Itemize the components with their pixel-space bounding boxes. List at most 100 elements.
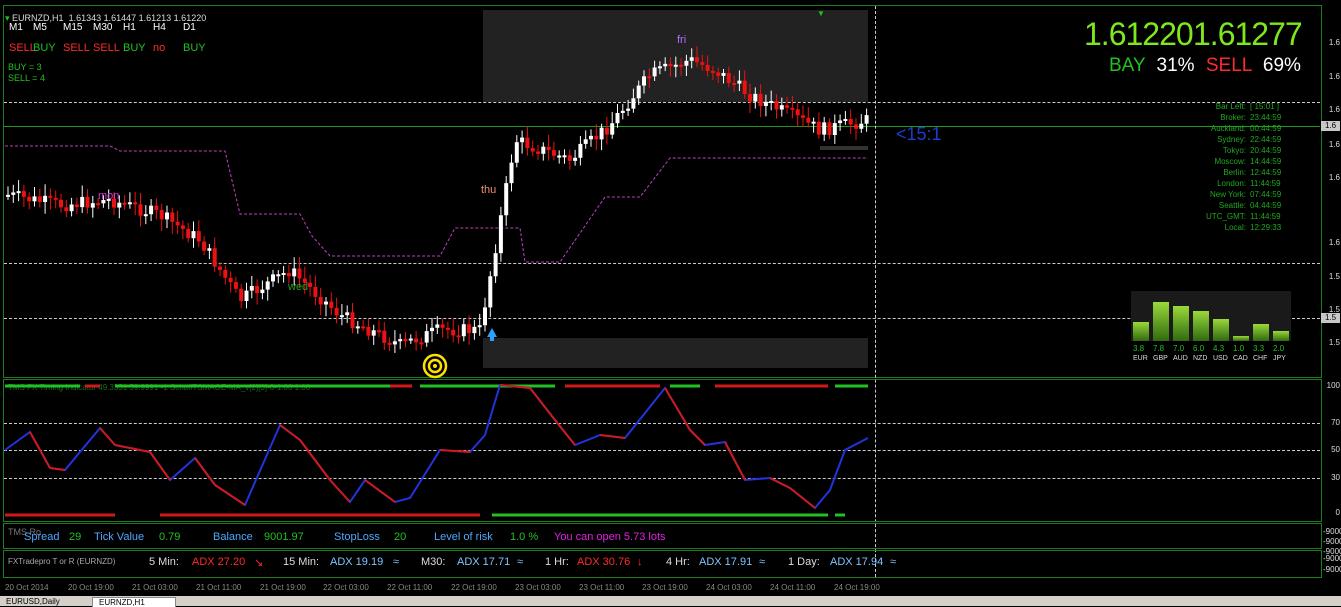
- candle-body: [657, 66, 662, 69]
- candle-body: [223, 269, 228, 278]
- candle-body: [679, 64, 684, 67]
- candle-body: [763, 101, 768, 106]
- price-tag: 1.5: [1321, 313, 1340, 323]
- candle-body: [604, 127, 609, 135]
- candle-body: [684, 60, 689, 66]
- candle-body: [822, 122, 827, 135]
- day-label-wed: wed: [287, 281, 308, 293]
- timing-indicator-plot: [4, 383, 869, 517]
- candle-body: [80, 196, 85, 208]
- clock-row: London: 11:44:59: [1217, 179, 1281, 188]
- oscillator-down-segment: [49, 467, 66, 471]
- oscillator-down-segment: [769, 477, 791, 489]
- time-tick: 24 Oct 11:00: [770, 583, 816, 592]
- spread-value: 29: [69, 531, 82, 543]
- adx-tag: FXTradepro T or R (EURNZD): [8, 557, 116, 566]
- candle-body: [806, 117, 811, 123]
- oscillator-down-segment: [789, 487, 816, 509]
- candle-body: [514, 142, 519, 163]
- oscillator-line: [4, 383, 869, 510]
- candle-body: [748, 94, 752, 102]
- bid-price: 1.61220: [1084, 16, 1194, 52]
- candle-body: [451, 329, 456, 336]
- candlestick-chart[interactable]: mon wed thu fri: [0, 0, 880, 380]
- candle-body: [620, 110, 625, 113]
- strength-value: 3.8: [1133, 344, 1145, 353]
- clock-row: Seattle: 04:44:59: [1218, 201, 1282, 210]
- adx-value: ADX 17.71: [457, 556, 511, 568]
- candle-body: [785, 105, 790, 108]
- clock-row: UTC_GMT: 11:44:59: [1206, 212, 1281, 221]
- stoploss-value: 20: [394, 531, 407, 543]
- bay-pct: 31%: [1156, 55, 1195, 76]
- target-icon: [422, 353, 448, 379]
- candle-body: [827, 122, 832, 136]
- oscillator-down-segment: [214, 484, 246, 506]
- clock-row: Bar Left:[ 15:01 ]: [1215, 102, 1279, 111]
- candle-body: [726, 73, 731, 84]
- candle-body: [536, 151, 540, 154]
- clock-row: New York: 07:44:59: [1209, 190, 1282, 199]
- indicator-tick: 70: [1331, 418, 1340, 427]
- candle-body: [21, 191, 26, 197]
- time-tick: 21 Oct 03:00: [132, 583, 178, 592]
- candle-body: [488, 276, 493, 308]
- candle-body: [520, 137, 525, 143]
- current-price-tag: 1.6: [1321, 121, 1340, 131]
- lots-message: You can open 5.73 lots: [554, 531, 666, 543]
- day-label-fri: fri: [677, 34, 686, 46]
- candle-body: [175, 221, 180, 226]
- tick-value-label: Tick Value: [94, 531, 145, 543]
- strength-ccy: GBP: [1153, 355, 1168, 362]
- time-tick: 22 Oct 19:00: [451, 583, 497, 592]
- candle-body: [652, 67, 657, 77]
- oscillator-down-segment: [554, 419, 576, 446]
- candle-body: [366, 326, 371, 336]
- sell-label: SELL: [1205, 55, 1252, 76]
- spread-label: Spread: [24, 531, 60, 543]
- candle-body: [562, 155, 567, 158]
- adx-value: ADX 17.91: [699, 556, 753, 568]
- candle-body: [59, 199, 63, 208]
- candle-body: [589, 135, 593, 140]
- candle-body: [286, 272, 291, 277]
- oscillator-down-segment: [99, 427, 116, 446]
- bar-timer-label: <15:1: [896, 124, 942, 144]
- price-tick: 1.6: [1328, 238, 1340, 247]
- adx-tf: M30:: [421, 556, 446, 568]
- time-tick: 21 Oct 11:00: [196, 583, 242, 592]
- price-tick: 1.5: [1328, 338, 1340, 347]
- candle-body: [673, 64, 678, 67]
- candle-body: [281, 272, 286, 275]
- indicator-tick: 30: [1331, 473, 1340, 482]
- oscillator-down-segment: [149, 451, 171, 481]
- time-tick: 23 Oct 11:00: [579, 583, 625, 592]
- bay-sell-row: BAY 31% SELL 69%: [1109, 55, 1301, 77]
- candle-group: [6, 46, 869, 353]
- price-tick: 1.5: [1328, 272, 1340, 281]
- candle-body: [716, 72, 721, 76]
- candle-body: [170, 212, 175, 222]
- candle-body: [700, 62, 705, 65]
- candle-body: [255, 286, 260, 294]
- candle-body: [355, 326, 360, 329]
- candle-body: [271, 274, 275, 282]
- candle-body: [435, 324, 440, 328]
- time-tick: 24 Oct 03:00: [706, 583, 752, 592]
- adx-value: ADX 19.19: [330, 556, 384, 568]
- candle-body: [96, 203, 101, 206]
- candle-body: [599, 127, 604, 140]
- oscillator-down-segment: [279, 424, 301, 441]
- candle-body: [74, 204, 79, 208]
- strength-bar-jpy: [1273, 331, 1289, 341]
- candle-body: [6, 194, 10, 197]
- candle-body: [573, 157, 578, 161]
- candle-body: [53, 197, 58, 200]
- candle-body: [233, 282, 238, 289]
- tab-eurusd-daily[interactable]: EURUSD,Daily: [2, 597, 93, 606]
- candle-body: [546, 146, 551, 151]
- indicator-tick: 0: [1335, 508, 1340, 517]
- candle-body: [180, 225, 185, 229]
- candle-body: [345, 312, 350, 316]
- adx-axis-tick: -9000: [1323, 565, 1341, 574]
